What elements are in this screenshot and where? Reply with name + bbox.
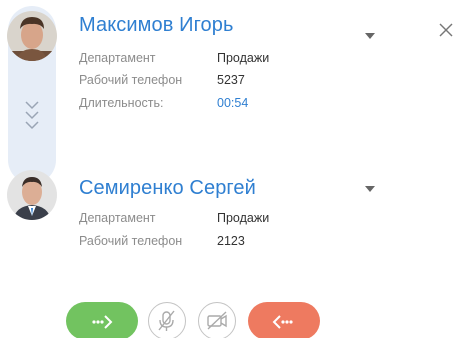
transfer-call-button[interactable] (66, 302, 138, 338)
avatar-contact-1 (7, 11, 57, 61)
mute-button[interactable] (148, 302, 186, 338)
contact-1-department-value: Продажи (217, 51, 270, 65)
end-call-icon (272, 315, 293, 329)
end-call-button[interactable] (248, 302, 320, 338)
chevrons-down-icon[interactable] (22, 98, 42, 134)
contact-2-department-label: Департамент (79, 211, 156, 225)
video-toggle-button[interactable] (198, 302, 236, 338)
microphone-muted-icon (158, 310, 175, 331)
caret-down-icon[interactable] (365, 33, 375, 39)
transfer-call-icon (92, 315, 113, 329)
contact-1-phone-label: Рабочий телефон (79, 73, 183, 87)
video-off-icon (207, 311, 227, 330)
contact-1-name[interactable]: Максимов Игорь (79, 14, 234, 37)
caret-down-icon[interactable] (365, 186, 375, 192)
close-icon[interactable] (439, 23, 453, 37)
contact-1-duration-value: 00:54 (217, 96, 249, 110)
contact-2-phone-value: 2123 (217, 234, 245, 248)
contact-2-department-value: Продажи (217, 211, 270, 225)
contact-2-name[interactable]: Семиренко Сергей (79, 177, 256, 200)
contact-1-duration-label: Длительность: (79, 96, 164, 110)
contact-1-phone-value: 5237 (217, 73, 245, 87)
contact-1-department-label: Департамент (79, 51, 156, 65)
avatar-contact-2 (7, 170, 57, 220)
contact-2-phone-label: Рабочий телефон (79, 234, 183, 248)
